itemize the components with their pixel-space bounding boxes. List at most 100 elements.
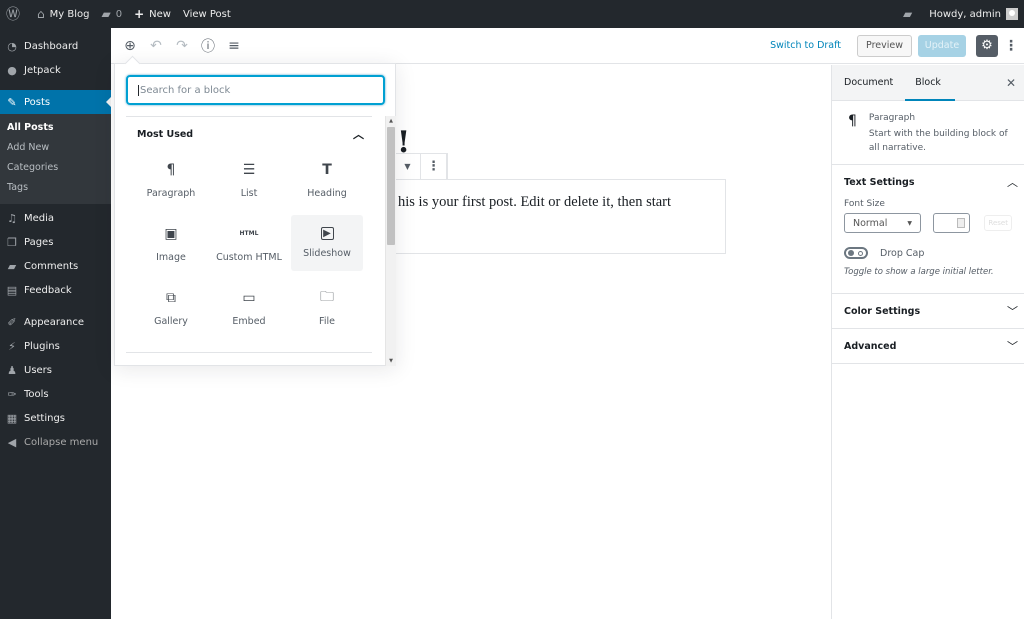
text-cursor [138, 84, 139, 96]
more-menu-button[interactable]: ⋮ [1004, 38, 1018, 54]
paragraph-block[interactable]: his is your first post. Edit or delete i… [394, 179, 726, 254]
sidebar-item-comments[interactable]: ▰ Comments [0, 254, 111, 278]
block-item-slideshow[interactable]: ▶ Slideshow [291, 215, 363, 271]
more-vertical-icon: ⋮ [427, 159, 440, 174]
submenu-add-new[interactable]: Add New [0, 138, 111, 158]
block-item-gallery[interactable]: ⧉ Gallery [135, 279, 207, 335]
most-used-panel-toggle[interactable]: Most Used ︿ [126, 117, 372, 151]
sidebar-item-appearance[interactable]: ✐ Appearance [0, 310, 111, 334]
block-item-paragraph[interactable]: ¶ Paragraph [135, 151, 207, 207]
posts-submenu: All Posts Add New Categories Tags [0, 114, 111, 204]
admin-bar: Ⓦ ⌂ My Blog ▰ 0 + New View Post ▰ Howdy, ad… [0, 0, 1024, 28]
block-navigation-button[interactable]: ≡ [223, 35, 245, 57]
settings-tabs: Document Block ✕ [832, 65, 1024, 101]
sidebar-item-media[interactable]: ♫ Media [0, 206, 111, 230]
sidebar-item-pages[interactable]: ❐ Pages [0, 230, 111, 254]
tab-document[interactable]: Document [844, 65, 893, 101]
spinner-icon[interactable] [957, 218, 966, 228]
embed-icon: ▭ [242, 289, 256, 306]
undo-button[interactable]: ↶ [145, 35, 167, 57]
sidebar-item-settings[interactable]: ▦ Settings [0, 406, 111, 430]
color-settings-toggle[interactable]: Color Settings ﹀ [832, 294, 1024, 328]
settings-toggle-button[interactable]: ⚙ [976, 34, 998, 57]
redo-button[interactable]: ↷ [171, 35, 193, 57]
close-settings-button[interactable]: ✕ [1006, 76, 1016, 90]
preview-button[interactable]: Preview [857, 34, 912, 57]
submenu-all-posts[interactable]: All Posts [0, 118, 111, 138]
font-size-label: Font Size [844, 199, 885, 209]
plus-icon: + [134, 7, 145, 21]
image-icon: ▣ [164, 225, 178, 242]
user-icon: ♟ [7, 363, 17, 377]
block-label: List [240, 187, 258, 199]
panel-title: Advanced [844, 340, 897, 352]
drop-cap-toggle[interactable] [844, 247, 868, 259]
notifications-button[interactable]: ▰ [897, 0, 923, 28]
sidebar-item-plugins[interactable]: ⚡ Plugins [0, 334, 111, 358]
sidebar-item-label: Dashboard [24, 40, 79, 52]
font-size-select[interactable]: Normal ▼ [844, 213, 921, 233]
avatar [1006, 8, 1018, 20]
submenu-categories[interactable]: Categories [0, 158, 111, 178]
switch-to-draft-button[interactable]: Switch to Draft [770, 40, 841, 51]
sidebar-item-posts[interactable]: ✎ Posts [0, 90, 111, 114]
block-switcher-button[interactable]: ▼ [395, 154, 421, 179]
site-name-link[interactable]: ⌂ My Blog [31, 0, 95, 28]
block-item-file[interactable]: 🗀 File [291, 279, 363, 335]
custom-font-size-input[interactable] [932, 213, 971, 233]
notification-icon: ▰ [902, 7, 913, 21]
inserter-scrollbar[interactable]: ▲ ▼ [385, 116, 396, 366]
paragraph-icon: ¶ [166, 161, 176, 178]
block-item-list[interactable]: ☰ List [213, 151, 285, 207]
sidebar-item-dashboard[interactable]: ◔ Dashboard [0, 34, 111, 58]
sidebar-item-label: Jetpack [24, 64, 61, 76]
caret-down-icon: ▼ [404, 162, 411, 171]
scroll-up-arrow[interactable]: ▲ [386, 116, 396, 126]
block-item-heading[interactable]: T Heading [291, 151, 363, 207]
jetpack-icon: ● [7, 63, 17, 77]
block-item-embed[interactable]: ▭ Embed [213, 279, 285, 335]
block-label: Slideshow [303, 248, 351, 259]
text-settings-toggle[interactable]: Text Settings ︿ [832, 165, 1024, 199]
pages-icon: ❐ [7, 235, 17, 249]
scrollbar-thumb[interactable] [387, 127, 395, 245]
most-used-panel: Most Used ︿ ¶ Paragraph ☰ List T Heading ▣ I… [126, 116, 372, 361]
advanced-toggle[interactable]: Advanced ﹀ [832, 329, 1024, 363]
block-item-image[interactable]: ▣ Image [135, 215, 207, 271]
block-more-options-button[interactable]: ⋮ [421, 154, 447, 179]
gallery-icon: ⧉ [166, 289, 176, 306]
info-button[interactable]: ⓘ [197, 35, 219, 57]
collapse-menu-button[interactable]: ◀ Collapse menu [0, 430, 111, 454]
submenu-tags[interactable]: Tags [0, 178, 111, 198]
account-menu[interactable]: Howdy, admin [923, 0, 1024, 28]
sidebar-item-users[interactable]: ♟ Users [0, 358, 111, 382]
brush-icon: ✐ [7, 315, 17, 329]
block-label: Image [156, 251, 186, 263]
block-label: Paragraph [146, 187, 196, 199]
scroll-down-arrow[interactable]: ▼ [386, 356, 396, 366]
wrench-icon: ✑ [7, 387, 17, 401]
sidebar-item-feedback[interactable]: ▤ Feedback [0, 278, 111, 302]
howdy-label: Howdy, admin [929, 8, 1001, 20]
tab-block[interactable]: Block [905, 65, 955, 101]
chevron-down-icon: ﹀ [1007, 340, 1018, 353]
view-post-link[interactable]: View Post [177, 0, 237, 28]
dashboard-icon: ◔ [7, 39, 17, 53]
comments-link[interactable]: ▰ 0 [95, 0, 128, 28]
editor-header: ⊕ ↶ ↷ ⓘ ≡ Switch to Draft Preview Update… [111, 28, 1024, 64]
wordpress-logo-button[interactable]: Ⓦ [0, 0, 31, 28]
add-block-button[interactable]: ⊕ [119, 35, 141, 57]
new-content-link[interactable]: + New [128, 0, 177, 28]
folder-icon: 🗀 [320, 288, 334, 305]
block-item-custom-html[interactable]: HTML Custom HTML [213, 215, 285, 271]
chevron-up-icon: ︿ [353, 128, 364, 141]
block-search-input[interactable]: Search for a block [126, 75, 385, 105]
sidebar-item-label: Users [24, 364, 53, 376]
caret-down-icon: ▼ [907, 219, 912, 227]
undo-icon: ↶ [150, 37, 162, 54]
sidebar-item-tools[interactable]: ✑ Tools [0, 382, 111, 406]
reset-font-size-button[interactable]: Reset [984, 215, 1012, 231]
sidebar-item-jetpack[interactable]: ● Jetpack [0, 58, 111, 82]
update-button[interactable]: Update [918, 34, 966, 57]
more-vertical-icon: ⋮ [1004, 37, 1018, 54]
